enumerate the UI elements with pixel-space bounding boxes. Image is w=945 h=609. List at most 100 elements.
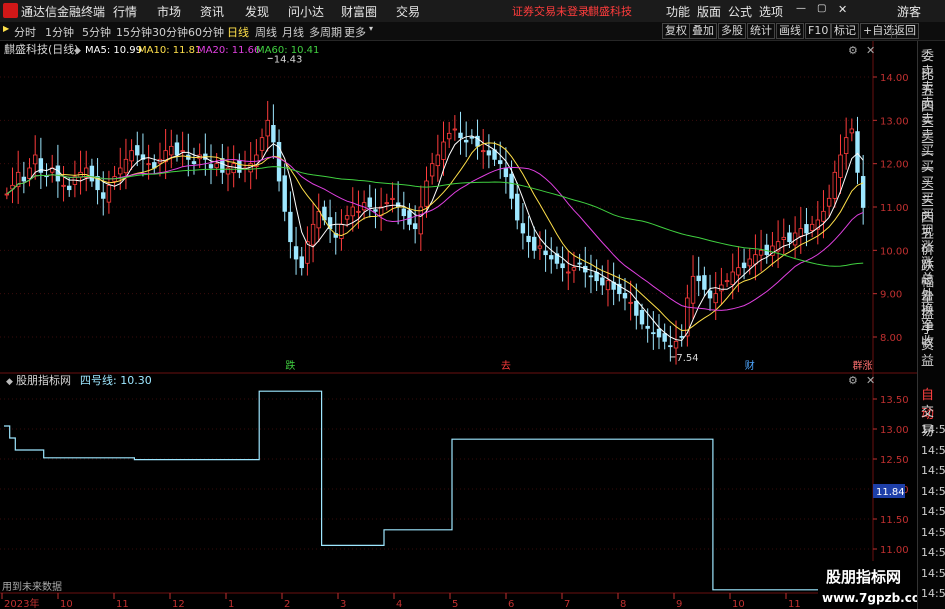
mark-button[interactable]: 标记 (831, 23, 859, 39)
f10-button[interactable]: F10 (805, 23, 832, 39)
candle-body (594, 271, 599, 282)
statistics-button[interactable]: 统计 (747, 23, 775, 39)
candle-body (520, 223, 526, 234)
menu-item-wealth[interactable]: 财富圈 (341, 3, 377, 20)
menu-item-news[interactable]: 资讯 (200, 3, 224, 20)
price-tick-label: 8.00 (880, 333, 902, 344)
price-tick-label: 13.00 (880, 116, 909, 127)
candle-body (713, 293, 718, 304)
date-tick-label: 2 (284, 599, 290, 609)
multi-stock-button[interactable]: 多股 (718, 23, 746, 39)
menu-item-ask[interactable]: 问小达 (288, 3, 324, 20)
chart-settings-icon[interactable]: ⚙ (848, 44, 858, 57)
candle-body (101, 192, 106, 199)
chart-close-icon[interactable]: ✕ (866, 44, 875, 57)
candle-body (469, 136, 475, 139)
candle-body (169, 145, 174, 156)
candle-body (441, 141, 446, 160)
candle-body (435, 154, 441, 167)
candle-body (855, 131, 860, 173)
candle-body (401, 208, 407, 217)
date-x-axis: 2023年101112123456789101112 (1, 593, 857, 609)
candle-body (61, 184, 66, 187)
minimize-icon[interactable]: — (796, 3, 806, 14)
ma5-line (6, 135, 864, 342)
candle-body (543, 250, 548, 256)
play-icon[interactable]: ▶ (3, 24, 9, 33)
back-button[interactable]: 返回 (891, 23, 919, 39)
menu-item-discover[interactable]: 发现 (245, 3, 269, 20)
menu-item-function[interactable]: 功能 (666, 3, 690, 20)
period-tab-daily[interactable]: 日线 (227, 24, 249, 40)
candle-body (588, 275, 594, 278)
period-tab-monthly[interactable]: 月线 (282, 24, 304, 40)
more-chevron-icon[interactable]: ▾ (369, 24, 373, 33)
candle-body (645, 325, 650, 329)
menu-item-market[interactable]: 行情 (113, 3, 137, 20)
event-marker-label: 财 (745, 359, 755, 372)
period-tab-multi[interactable]: 多周期 (309, 24, 342, 40)
indicator-settings-icon[interactable]: ◆ (6, 377, 13, 387)
candle-body (265, 119, 270, 137)
login-status[interactable]: 证券交易未登录 (512, 3, 589, 19)
indicator-close-icon[interactable]: ✕ (866, 374, 875, 387)
candle-body (622, 292, 628, 299)
menu-item-layout[interactable]: 版面 (697, 3, 721, 20)
future-data-note: 用到未来数据 (2, 580, 62, 593)
period-tab-intraday[interactable]: 分时 (14, 24, 36, 40)
draw-line-button[interactable]: 画线 (776, 23, 804, 39)
indicator-panel (4, 390, 866, 591)
indicator-settings-gear-icon[interactable]: ⚙ (848, 374, 858, 387)
date-tick-label: 7 (564, 599, 570, 609)
candle-body (662, 333, 667, 342)
period-tab-15min[interactable]: 15分钟 (116, 24, 152, 40)
overlay-button[interactable]: 叠加 (689, 23, 717, 39)
period-tab-1min[interactable]: 1分钟 (45, 24, 74, 40)
candle-body (373, 209, 378, 212)
candle-body (838, 154, 843, 178)
restore-right-button[interactable]: 复权 (662, 23, 690, 39)
tick-time: 14:56 (921, 464, 945, 477)
menu-item-exchange[interactable]: 市场 (157, 3, 181, 20)
candle-body (288, 211, 293, 243)
date-tick-label: 10 (60, 599, 73, 609)
close-icon[interactable]: ✕ (838, 3, 847, 16)
price-tick-label: 10.00 (880, 246, 909, 257)
menu-item-formula[interactable]: 公式 (728, 3, 752, 20)
menu-item-options[interactable]: 选项 (759, 3, 783, 20)
candle-body (259, 137, 265, 151)
period-tab-60min[interactable]: 60分钟 (188, 24, 224, 40)
candle-body (498, 160, 503, 165)
candle-body (458, 132, 463, 139)
candle-body (4, 193, 10, 196)
maximize-icon[interactable]: ▢ (817, 3, 826, 14)
candle-body (560, 263, 565, 269)
kline-chart-area[interactable]: 14.0013.0012.0011.0010.009.008.0013.5013… (0, 41, 917, 609)
period-tab-5min[interactable]: 5分钟 (82, 24, 111, 40)
menu-item-trade[interactable]: 交易 (396, 3, 420, 20)
candle-body (600, 277, 605, 286)
ma-settings-icon[interactable]: ◆ (74, 46, 81, 56)
candle-body (356, 210, 361, 213)
candle-body (690, 275, 696, 304)
date-tick-label: 10 (732, 599, 745, 609)
guest-label[interactable]: 游客 (897, 3, 921, 20)
date-tick-label: 11 (116, 599, 129, 609)
candle-body (106, 184, 112, 203)
candlestick-series (4, 57, 866, 365)
period-tab-more[interactable]: 更多 (344, 24, 366, 40)
period-tab-weekly[interactable]: 周线 (255, 24, 277, 40)
period-tab-30min[interactable]: 30分钟 (152, 24, 188, 40)
candle-body (481, 150, 486, 153)
tick-time: 14:56 (921, 423, 945, 436)
candle-body (798, 228, 803, 237)
candle-body (679, 336, 684, 338)
candle-body (668, 345, 673, 348)
candle-body (21, 176, 27, 182)
candle-body (566, 271, 571, 274)
date-tick-label: 6 (508, 599, 514, 609)
candle-body (634, 300, 639, 316)
quote-side-panel: 委比 卖五 卖四 卖三 卖二 卖一 买一 买二 买三 买四 买五 现价 涨跌 涨幅 总量 外盘 换手 净资 收益 自动… (917, 41, 945, 609)
candle-body (486, 150, 492, 156)
candle-body (503, 168, 509, 178)
